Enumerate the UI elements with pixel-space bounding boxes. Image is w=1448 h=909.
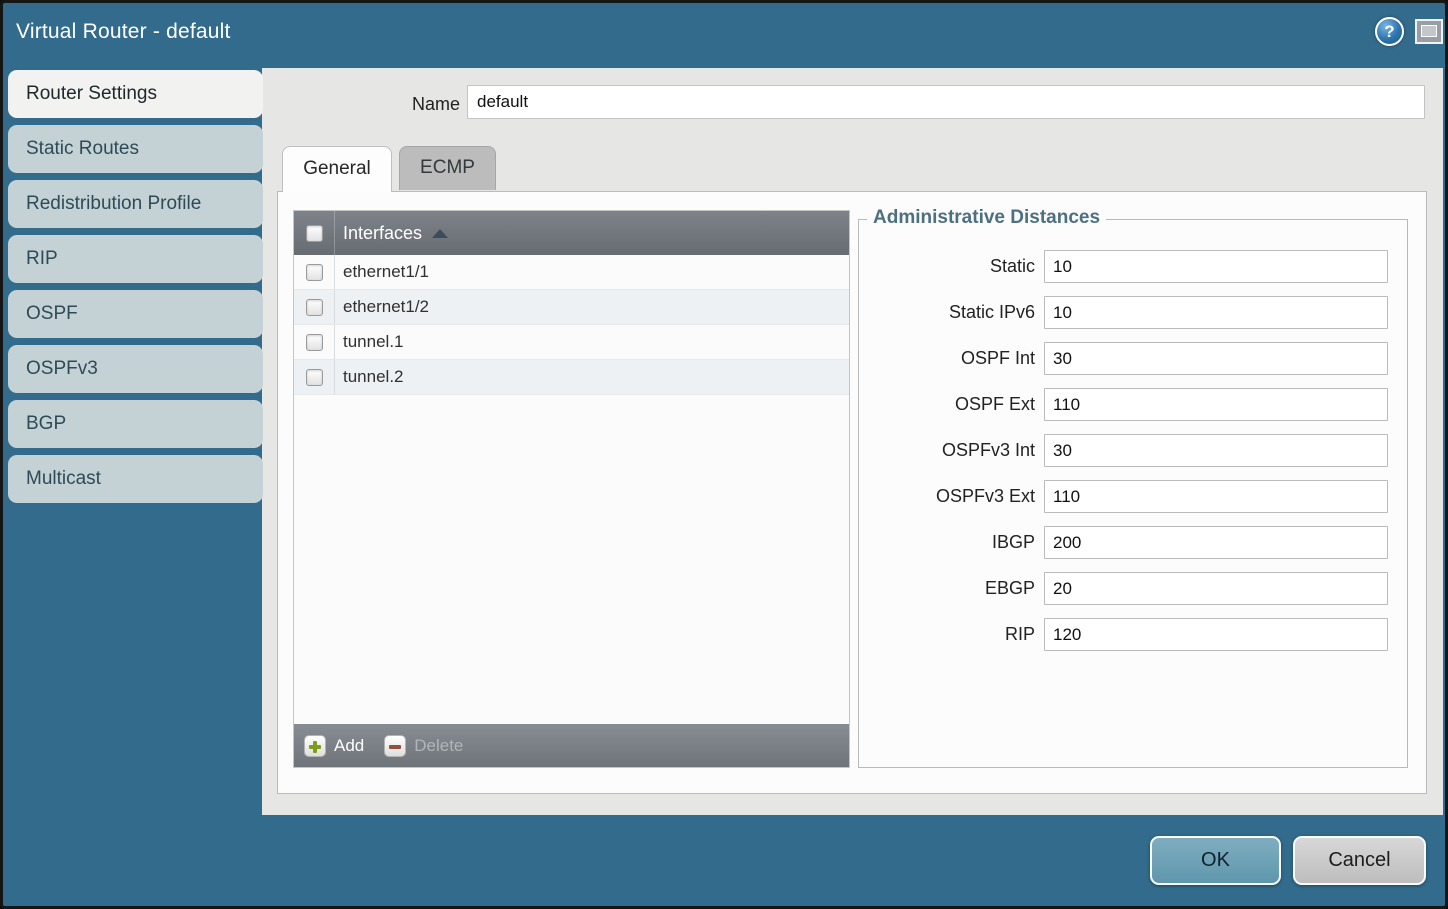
dialog-title: Virtual Router - default [16, 20, 231, 44]
ebgp-label: EBGP [859, 578, 1044, 599]
ospfv3-int-label: OSPFv3 Int [859, 440, 1044, 461]
ospf-int-input[interactable] [1044, 342, 1388, 375]
add-button[interactable]: Add [304, 735, 364, 757]
rip-input[interactable] [1044, 618, 1388, 651]
ok-button[interactable]: OK [1150, 836, 1281, 885]
plus-icon [304, 735, 326, 757]
minus-icon [384, 735, 406, 757]
name-field-label: Name [373, 88, 460, 120]
ibgp-input[interactable] [1044, 526, 1388, 559]
table-row[interactable]: tunnel.2 [294, 360, 849, 395]
ospf-int-label: OSPF Int [859, 348, 1044, 369]
table-empty-space [294, 395, 849, 724]
ospf-ext-input[interactable] [1044, 388, 1388, 421]
sidebar-item-ospf[interactable]: OSPF [8, 290, 263, 338]
sort-ascending-icon [432, 229, 448, 238]
static-ipv6-input[interactable] [1044, 296, 1388, 329]
table-row[interactable]: ethernet1/2 [294, 290, 849, 325]
interface-name: ethernet1/1 [335, 262, 429, 282]
static-input[interactable] [1044, 250, 1388, 283]
maximize-icon-inner [1421, 25, 1437, 37]
interfaces-column-header[interactable]: Interfaces [294, 211, 849, 255]
ebgp-input[interactable] [1044, 572, 1388, 605]
ospfv3-int-input[interactable] [1044, 434, 1388, 467]
virtual-router-dialog: Virtual Router - default ? Router Settin… [0, 0, 1448, 909]
sidebar-item-ospfv3[interactable]: OSPFv3 [8, 345, 263, 393]
tab-ecmp[interactable]: ECMP [399, 146, 496, 190]
interface-name: tunnel.2 [335, 367, 404, 387]
sidebar: Router Settings Static Routes Redistribu… [8, 70, 263, 510]
row-checkbox[interactable] [306, 334, 323, 351]
maximize-icon[interactable] [1415, 19, 1443, 44]
name-input[interactable] [467, 85, 1425, 119]
sidebar-item-multicast[interactable]: Multicast [8, 455, 263, 503]
table-toolbar: Add Delete [294, 724, 849, 767]
ospfv3-ext-label: OSPFv3 Ext [859, 486, 1044, 507]
rip-label: RIP [859, 624, 1044, 645]
administrative-distances-group: Administrative Distances Static Static I… [858, 219, 1408, 768]
static-label: Static [859, 256, 1044, 277]
administrative-distances-title: Administrative Distances [867, 207, 1106, 229]
sidebar-item-bgp[interactable]: BGP [8, 400, 263, 448]
sidebar-item-static-routes[interactable]: Static Routes [8, 125, 263, 173]
select-all-checkbox[interactable] [306, 225, 323, 242]
sidebar-item-rip[interactable]: RIP [8, 235, 263, 283]
ospfv3-ext-input[interactable] [1044, 480, 1388, 513]
cancel-button[interactable]: Cancel [1293, 836, 1426, 885]
interfaces-table: Interfaces ethernet1/1 ethernet1/2 tunne… [293, 210, 850, 768]
delete-button-label: Delete [414, 736, 463, 756]
table-row[interactable]: tunnel.1 [294, 325, 849, 360]
row-checkbox[interactable] [306, 264, 323, 281]
static-ipv6-label: Static IPv6 [859, 302, 1044, 323]
interface-name: tunnel.1 [335, 332, 404, 352]
help-icon[interactable]: ? [1375, 17, 1404, 46]
ibgp-label: IBGP [859, 532, 1044, 553]
interface-name: ethernet1/2 [335, 297, 429, 317]
ospf-ext-label: OSPF Ext [859, 394, 1044, 415]
row-checkbox[interactable] [306, 369, 323, 386]
table-row[interactable]: ethernet1/1 [294, 255, 849, 290]
sidebar-item-router-settings[interactable]: Router Settings [8, 70, 263, 118]
tab-general[interactable]: General [282, 146, 392, 192]
sidebar-item-redistribution-profile[interactable]: Redistribution Profile [8, 180, 263, 228]
row-checkbox[interactable] [306, 299, 323, 316]
interfaces-header-label: Interfaces [343, 223, 422, 244]
delete-button[interactable]: Delete [384, 735, 463, 757]
add-button-label: Add [334, 736, 364, 756]
